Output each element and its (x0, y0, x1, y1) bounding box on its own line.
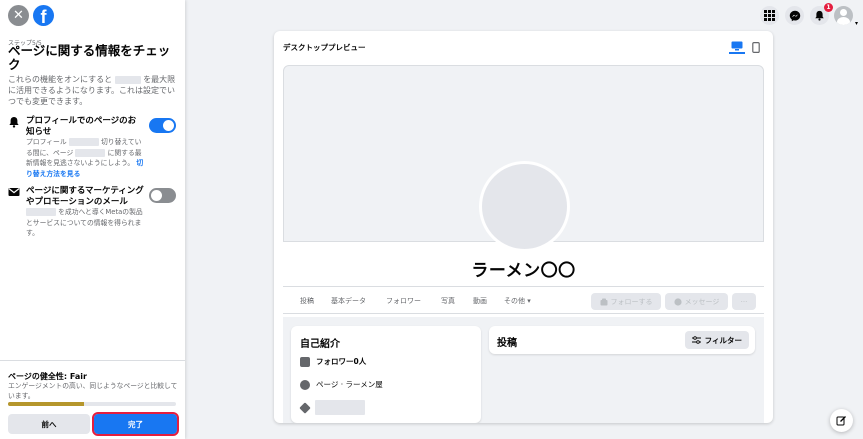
notifications-icon[interactable]: 1 (810, 3, 833, 25)
posts-heading: 投稿 (497, 338, 517, 349)
chevron-down-icon: ▾ (854, 20, 858, 27)
followers-icon (300, 356, 310, 367)
page-health-bar-fill (8, 402, 84, 406)
message-label: メッセージ (684, 297, 720, 306)
page-title: ページに関する情報をチェック (8, 43, 171, 72)
setting-page-notifications: プロフィールでのページのお知らせ プロフィール 切り替えている間に、ページ に関… (8, 116, 180, 182)
follow-button[interactable]: フォローする (591, 293, 661, 310)
create-page-sidebar: ✕ f ステップ5/5 ページに関する情報をチェック これらの機能をオンにすると… (0, 0, 185, 439)
posts-card: 投稿 フィルター (489, 326, 755, 354)
sidebar-footer: ページの健全性: Fair エンゲージメントの高い、同じようなページと比較してい… (0, 360, 185, 439)
back-button[interactable]: 前へ (8, 414, 90, 434)
messenger-icon[interactable] (785, 6, 804, 25)
grid-menu-glyph (764, 10, 775, 21)
setting-marketing-emails: ページに関するマーケティングやプロモーションのメール を成功へと導くMetaの製… (8, 186, 180, 242)
edit-glyph (836, 416, 846, 426)
close-icon[interactable]: ✕ (8, 5, 29, 26)
setting-title: プロフィールでのページのお知らせ (26, 116, 137, 137)
more-options-button[interactable]: ··· (732, 293, 756, 310)
page-notifications-toggle[interactable] (149, 118, 176, 133)
tab-photos[interactable]: 写真 (441, 296, 455, 306)
grid-menu-icon[interactable] (760, 6, 779, 25)
notification-badge: 1 (824, 3, 833, 12)
followers-count: フォロワー0人 (316, 357, 367, 366)
tab-posts[interactable]: 投稿 (300, 296, 314, 306)
page-tabs: 投稿 基本データ フォロワー 写真 動画 その他 ▾ フォローする メッセージ … (283, 286, 764, 314)
page-type-row: ページ · ラーメン屋 (300, 379, 383, 390)
bell-icon (9, 117, 19, 128)
setting-desc-part1: プロフィール (26, 138, 67, 146)
desktop-view-icon[interactable] (729, 40, 745, 54)
follow-label: フォローする (610, 297, 653, 306)
page-health-description: エンゲージメントの高い、同じようなページと比較しています。 (8, 382, 178, 400)
messenger-glyph (789, 10, 800, 21)
setting-description: を成功へと導くMetaの製品とサービスについての情報を得られます。 (26, 207, 144, 239)
page-name: ラーメン〇〇 (471, 261, 576, 281)
filter-label: フィルター (704, 335, 742, 345)
intro-heading: 自己紹介 (300, 339, 340, 350)
address-row (299, 400, 365, 415)
sidebar-header: ✕ f (8, 5, 54, 26)
setting-description: プロフィール 切り替えている間に、ページ に関する最新情報を見逃さないようにしよ… (26, 137, 144, 179)
info-icon (300, 379, 310, 390)
redacted-text (315, 400, 365, 415)
phone-glyph (752, 41, 760, 53)
envelope-icon (8, 188, 20, 196)
messenger-icon (673, 297, 682, 306)
account-icon[interactable]: ▾ (834, 6, 858, 27)
page-health-bar (8, 402, 176, 406)
tab-about[interactable]: 基本データ (331, 296, 366, 306)
directions-icon (299, 401, 311, 414)
monitor-glyph (731, 41, 743, 51)
follow-icon (600, 298, 607, 305)
followers-row: フォロワー0人 (300, 356, 366, 367)
bell-icon (815, 10, 824, 21)
avatar (834, 6, 853, 25)
profile-picture (479, 161, 570, 252)
done-button[interactable]: 完了 (92, 412, 179, 436)
tab-videos[interactable]: 動画 (473, 296, 487, 306)
toggle-knob (163, 120, 174, 131)
intro-text: これらの機能をオンにすると を最大限に活用できるようになります。これは設定でいつ… (8, 74, 178, 107)
redacted-text (26, 208, 56, 216)
redacted-text (75, 148, 106, 157)
facebook-logo-icon[interactable]: f (33, 5, 54, 26)
message-button[interactable]: メッセージ (665, 293, 728, 310)
redacted-text (68, 138, 99, 146)
preview-title: デスクトッププレビュー (283, 43, 366, 52)
intro-text-part1: これらの機能をオンにすると (8, 75, 113, 84)
tab-more[interactable]: その他 ▾ (504, 296, 531, 306)
intro-card: 自己紹介 フォロワー0人 ページ · ラーメン屋 (291, 326, 481, 423)
page-type: ページ · ラーメン屋 (316, 380, 383, 389)
toggle-knob (151, 190, 162, 201)
redacted-text (114, 75, 141, 84)
mobile-view-icon[interactable] (748, 40, 764, 54)
filter-button[interactable]: フィルター (684, 331, 749, 349)
sliders-icon (691, 336, 701, 344)
tab-followers[interactable]: フォロワー (386, 296, 421, 306)
compose-icon[interactable] (830, 409, 853, 432)
marketing-emails-toggle[interactable] (149, 188, 176, 203)
desktop-preview-card: デスクトッププレビュー ラーメン〇〇 投稿 基本データ フォロワー 写真 動画 … (274, 31, 773, 423)
setting-title: ページに関するマーケティングやプロモーションのメール (26, 186, 144, 207)
